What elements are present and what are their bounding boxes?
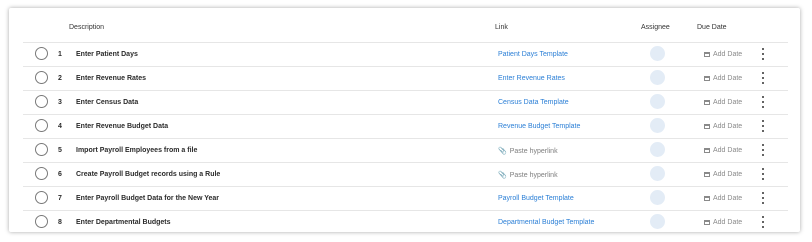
task-number: 7 bbox=[58, 195, 62, 202]
task-number: 6 bbox=[58, 171, 62, 178]
template-link[interactable]: Patient Days Template bbox=[498, 51, 568, 58]
more-vertical-icon[interactable] bbox=[760, 143, 766, 157]
add-due-date-button[interactable]: Add Date bbox=[704, 75, 742, 82]
task-row[interactable]: 3 Enter Census Data Census Data Template Ad… bbox=[23, 90, 788, 114]
more-vertical-icon[interactable] bbox=[760, 167, 766, 181]
link-text: Paste hyperlink bbox=[509, 172, 558, 179]
add-due-date-button[interactable]: Add Date bbox=[704, 171, 742, 178]
more-vertical-icon[interactable] bbox=[760, 47, 766, 61]
task-row[interactable]: 1 Enter Patient Days Patient Days Template… bbox=[23, 42, 788, 66]
link-text: Revenue Budget Template bbox=[498, 123, 581, 130]
due-date-label: Add Date bbox=[713, 195, 743, 202]
calendar-icon bbox=[704, 124, 710, 129]
due-date-label: Add Date bbox=[713, 147, 743, 154]
template-link[interactable]: Enter Revenue Rates bbox=[498, 75, 565, 82]
assignee-avatar[interactable] bbox=[650, 166, 665, 181]
complete-task-circle-icon[interactable] bbox=[35, 215, 48, 228]
calendar-icon bbox=[704, 76, 710, 81]
calendar-icon bbox=[704, 52, 710, 57]
task-number: 1 bbox=[58, 51, 62, 58]
assignee-avatar[interactable] bbox=[650, 70, 665, 85]
assignee-avatar[interactable] bbox=[650, 46, 665, 61]
task-number: 2 bbox=[58, 75, 62, 82]
add-due-date-button[interactable]: Add Date bbox=[704, 99, 742, 106]
template-link[interactable]: Revenue Budget Template bbox=[498, 123, 580, 130]
more-vertical-icon[interactable] bbox=[760, 71, 766, 85]
assignee-avatar[interactable] bbox=[650, 142, 665, 157]
task-row[interactable]: 5 Import Payroll Employees from a file 📎 Pa… bbox=[23, 138, 788, 162]
complete-task-circle-icon[interactable] bbox=[35, 71, 48, 84]
due-date-label: Add Date bbox=[713, 171, 743, 178]
link-text: Departmental Budget Template bbox=[498, 219, 595, 226]
column-header-assignee[interactable]: Assignee bbox=[641, 24, 670, 31]
column-header-description[interactable]: Description bbox=[69, 24, 104, 31]
paste-hyperlink-field[interactable]: 📎 Paste hyperlink bbox=[498, 171, 558, 179]
due-date-label: Add Date bbox=[713, 51, 743, 58]
due-date-label: Add Date bbox=[713, 75, 743, 82]
due-date-label: Add Date bbox=[713, 123, 743, 130]
table-header: Description Link Assignee Due Date bbox=[9, 8, 800, 42]
column-header-due-date[interactable]: Due Date bbox=[697, 24, 727, 31]
task-row[interactable]: 4 Enter Revenue Budget Data Revenue Budget… bbox=[23, 114, 788, 138]
complete-task-circle-icon[interactable] bbox=[35, 119, 48, 132]
more-vertical-icon[interactable] bbox=[760, 119, 766, 133]
calendar-icon bbox=[704, 148, 710, 153]
link-text: Census Data Template bbox=[498, 99, 569, 106]
assignee-avatar[interactable] bbox=[650, 190, 665, 205]
due-date-label: Add Date bbox=[713, 99, 743, 106]
add-due-date-button[interactable]: Add Date bbox=[704, 123, 742, 130]
complete-task-circle-icon[interactable] bbox=[35, 95, 48, 108]
task-number: 5 bbox=[58, 147, 62, 154]
link-text: Enter Revenue Rates bbox=[498, 75, 565, 82]
template-link[interactable]: Payroll Budget Template bbox=[498, 195, 574, 202]
add-due-date-button[interactable]: Add Date bbox=[704, 147, 742, 154]
task-number: 8 bbox=[58, 219, 62, 226]
task-description[interactable]: Enter Departmental Budgets bbox=[76, 219, 171, 226]
due-date-label: Add Date bbox=[713, 219, 743, 226]
add-due-date-button[interactable]: Add Date bbox=[704, 51, 742, 58]
paperclip-icon: 📎 bbox=[498, 172, 507, 179]
paste-hyperlink-field[interactable]: 📎 Paste hyperlink bbox=[498, 147, 558, 155]
task-list-panel: Description Link Assignee Due Date 1 Ente… bbox=[9, 8, 800, 232]
calendar-icon bbox=[704, 196, 710, 201]
task-number: 4 bbox=[58, 123, 62, 130]
assignee-avatar[interactable] bbox=[650, 214, 665, 229]
task-description[interactable]: Enter Patient Days bbox=[76, 51, 138, 58]
complete-task-circle-icon[interactable] bbox=[35, 167, 48, 180]
complete-task-circle-icon[interactable] bbox=[35, 47, 48, 60]
task-description[interactable]: Enter Payroll Budget Data for the New Ye… bbox=[76, 195, 219, 202]
assignee-avatar[interactable] bbox=[650, 118, 665, 133]
complete-task-circle-icon[interactable] bbox=[35, 191, 48, 204]
task-description[interactable]: Enter Revenue Rates bbox=[76, 75, 146, 82]
task-description[interactable]: Import Payroll Employees from a file bbox=[76, 147, 197, 154]
calendar-icon bbox=[704, 172, 710, 177]
assignee-avatar[interactable] bbox=[650, 94, 665, 109]
task-description[interactable]: Enter Revenue Budget Data bbox=[76, 123, 168, 130]
calendar-icon bbox=[704, 100, 710, 105]
calendar-icon bbox=[704, 220, 710, 225]
task-row[interactable]: 6 Create Payroll Budget records using a R… bbox=[23, 162, 788, 186]
more-vertical-icon[interactable] bbox=[760, 191, 766, 205]
task-row[interactable]: 7 Enter Payroll Budget Data for the New Y… bbox=[23, 186, 788, 210]
task-number: 3 bbox=[58, 99, 62, 106]
template-link[interactable]: Departmental Budget Template bbox=[498, 219, 594, 226]
add-due-date-button[interactable]: Add Date bbox=[704, 195, 742, 202]
complete-task-circle-icon[interactable] bbox=[35, 143, 48, 156]
link-text: Patient Days Template bbox=[498, 51, 568, 58]
column-header-link[interactable]: Link bbox=[495, 24, 508, 31]
task-row[interactable]: 8 Enter Departmental Budgets Departmental … bbox=[23, 210, 788, 232]
task-description[interactable]: Create Payroll Budget records using a Ru… bbox=[76, 171, 220, 178]
add-due-date-button[interactable]: Add Date bbox=[704, 219, 742, 226]
task-row[interactable]: 2 Enter Revenue Rates Enter Revenue Rates A… bbox=[23, 66, 788, 90]
paperclip-icon: 📎 bbox=[498, 148, 507, 155]
task-rows: 1 Enter Patient Days Patient Days Template… bbox=[23, 42, 788, 232]
task-description[interactable]: Enter Census Data bbox=[76, 99, 138, 106]
more-vertical-icon[interactable] bbox=[760, 215, 766, 229]
link-text: Paste hyperlink bbox=[509, 148, 558, 155]
link-text: Payroll Budget Template bbox=[498, 195, 574, 202]
more-vertical-icon[interactable] bbox=[760, 95, 766, 109]
template-link[interactable]: Census Data Template bbox=[498, 99, 569, 106]
